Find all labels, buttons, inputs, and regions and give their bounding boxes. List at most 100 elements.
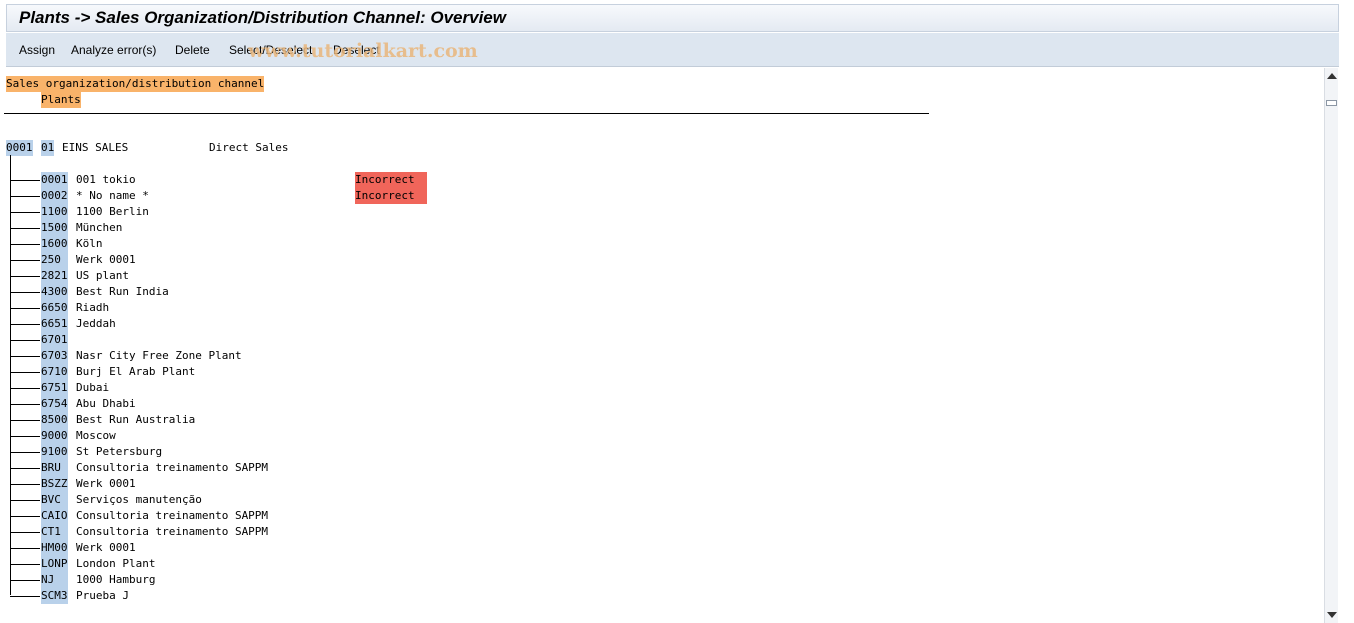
plant-code[interactable]: 6703 bbox=[41, 348, 68, 364]
tree-branch-line bbox=[10, 308, 40, 309]
tree-branch-line bbox=[10, 276, 40, 277]
plant-name: Dubai bbox=[76, 381, 110, 394]
tree-branch-line bbox=[10, 500, 40, 501]
plant-name: Werk 0001 bbox=[76, 477, 136, 490]
plant-code[interactable]: SCM3 bbox=[41, 588, 68, 604]
plant-name: * No name * bbox=[76, 189, 149, 202]
plant-code[interactable]: 1600 bbox=[41, 236, 68, 252]
tree-branch-line bbox=[10, 324, 40, 325]
plant-code[interactable]: 6710 bbox=[41, 364, 68, 380]
plant-code[interactable]: BVC bbox=[41, 492, 68, 508]
plant-code[interactable]: BRU bbox=[41, 460, 68, 476]
plant-name: Abu Dhabi bbox=[76, 397, 136, 410]
tree-branch-line bbox=[10, 388, 40, 389]
tree-branch-line bbox=[10, 212, 40, 213]
delete-button[interactable]: Delete bbox=[175, 43, 210, 57]
tree-branch-line bbox=[10, 356, 40, 357]
tree-branch-line bbox=[10, 452, 40, 453]
scroll-down-icon[interactable] bbox=[1327, 612, 1337, 618]
plant-name: 1000 Hamburg bbox=[76, 573, 156, 586]
plant-code[interactable]: 6751 bbox=[41, 380, 68, 396]
plant-code[interactable]: CT1 bbox=[41, 524, 68, 540]
plant-name: US plant bbox=[76, 269, 129, 282]
plant-code[interactable]: 0001 bbox=[41, 172, 68, 188]
select-deselect-button[interactable]: Select/Deselect bbox=[229, 43, 312, 57]
plant-name: Consultoria treinamento SAPPM bbox=[76, 461, 269, 474]
tree-branch-line bbox=[10, 404, 40, 405]
plant-name: Nasr City Free Zone Plant bbox=[76, 349, 242, 362]
root-sales-org[interactable]: 0001 bbox=[6, 140, 33, 156]
plant-name: München bbox=[76, 221, 123, 234]
tree-branch-line bbox=[10, 260, 40, 261]
plant-code[interactable]: 0002 bbox=[41, 188, 68, 204]
tree-branch-line bbox=[10, 468, 40, 469]
plant-name: 001 tokio bbox=[76, 173, 136, 186]
plant-code[interactable]: 6754 bbox=[41, 396, 68, 412]
plant-code[interactable]: 9000 bbox=[41, 428, 68, 444]
plant-code[interactable]: 2821 bbox=[41, 268, 68, 284]
plant-name: Best Run India bbox=[76, 285, 169, 298]
plant-name: 1100 Berlin bbox=[76, 205, 149, 218]
plant-name: Burj El Arab Plant bbox=[76, 365, 196, 378]
plant-name: Prueba J bbox=[76, 589, 129, 602]
plant-name: Consultoria treinamento SAPPM bbox=[76, 525, 269, 538]
plant-code[interactable]: HM00 bbox=[41, 540, 68, 556]
vertical-scrollbar[interactable] bbox=[1324, 68, 1338, 623]
separator-line bbox=[4, 113, 929, 114]
plant-name: Jeddah bbox=[76, 317, 116, 330]
plant-code[interactable]: 8500 bbox=[41, 412, 68, 428]
plant-name: Werk 0001 bbox=[76, 541, 136, 554]
plant-name: Best Run Australia bbox=[76, 413, 196, 426]
plant-code[interactable]: 9100 bbox=[41, 444, 68, 460]
plant-code[interactable]: CAIO bbox=[41, 508, 68, 524]
tree-branch-line bbox=[10, 372, 40, 373]
tree-branch-line bbox=[10, 596, 40, 597]
tree-branch-line bbox=[10, 580, 40, 581]
title-bar: Plants -> Sales Organization/Distributio… bbox=[6, 4, 1339, 32]
plant-name: Moscow bbox=[76, 429, 116, 442]
page-title: Plants -> Sales Organization/Distributio… bbox=[19, 8, 506, 27]
tree-branch-line bbox=[10, 484, 40, 485]
plant-name: Köln bbox=[76, 237, 103, 250]
tree-branch-line bbox=[10, 196, 40, 197]
tree-vertical-line bbox=[10, 155, 11, 595]
plant-code[interactable]: 6650 bbox=[41, 300, 68, 316]
tree-branch-line bbox=[10, 340, 40, 341]
application-toolbar: Assign Analyze error(s) Delete Select/De… bbox=[6, 33, 1339, 67]
plant-name: London Plant bbox=[76, 557, 156, 570]
tree-branch-line bbox=[10, 548, 40, 549]
plant-name: St Petersburg bbox=[76, 445, 163, 458]
plant-code[interactable]: 6701 bbox=[41, 332, 68, 348]
root-channel[interactable]: 01 bbox=[41, 140, 55, 156]
plant-code[interactable]: 1100 bbox=[41, 204, 68, 220]
scroll-thumb[interactable] bbox=[1326, 100, 1337, 106]
plant-code[interactable]: 6651 bbox=[41, 316, 68, 332]
header-line-plants: Plants bbox=[41, 92, 81, 108]
tree-branch-line bbox=[10, 228, 40, 229]
plant-code[interactable]: NJ bbox=[41, 572, 68, 588]
tree-branch-line bbox=[10, 532, 40, 533]
header-line-sales-org: Sales organization/distribution channel bbox=[6, 76, 265, 92]
plant-code[interactable]: LONP bbox=[41, 556, 68, 572]
scroll-up-icon[interactable] bbox=[1327, 73, 1337, 79]
plant-code[interactable]: 1500 bbox=[41, 220, 68, 236]
plant-name: Riadh bbox=[76, 301, 110, 314]
plant-code[interactable]: BSZZ bbox=[41, 476, 68, 492]
status-badge: Incorrect bbox=[355, 188, 427, 204]
tree-branch-line bbox=[10, 292, 40, 293]
tree-branch-line bbox=[10, 180, 40, 181]
plant-name: Werk 0001 bbox=[76, 253, 136, 266]
plant-code[interactable]: 250 bbox=[41, 252, 68, 268]
tree-branch-line bbox=[10, 516, 40, 517]
plant-name: Consultoria treinamento SAPPM bbox=[76, 509, 269, 522]
analyze-errors-button[interactable]: Analyze error(s) bbox=[71, 43, 156, 57]
tree-branch-line bbox=[10, 436, 40, 437]
plant-code[interactable]: 4300 bbox=[41, 284, 68, 300]
tree-branch-line bbox=[10, 420, 40, 421]
plant-name: Serviços manutenção bbox=[76, 493, 202, 506]
status-badge: Incorrect bbox=[355, 172, 427, 188]
window-edge bbox=[1339, 0, 1354, 623]
assign-button[interactable]: Assign bbox=[19, 43, 55, 57]
deselect-button[interactable]: Deselect bbox=[333, 43, 380, 57]
root-org-name: EINS SALES bbox=[62, 141, 129, 154]
